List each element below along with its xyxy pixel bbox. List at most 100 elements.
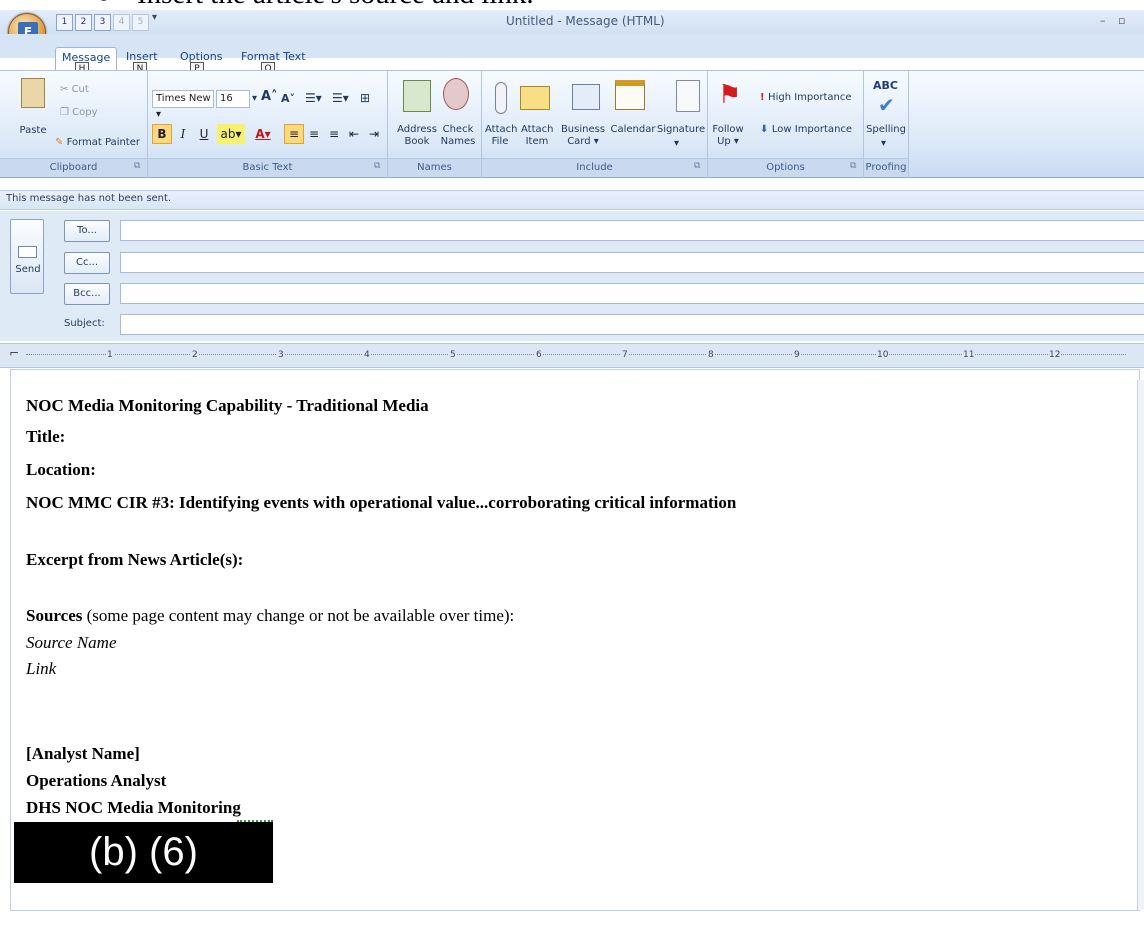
cut-button[interactable]: ✂ Cut [60, 84, 89, 96]
exclamation-icon: ! [760, 92, 769, 103]
basic-text-dialog-launcher-icon[interactable]: ⧉ [374, 161, 380, 171]
clipboard-dialog-launcher-icon[interactable]: ⧉ [134, 161, 140, 171]
bold-button[interactable]: B [152, 124, 172, 144]
ruler-number: 2 [191, 350, 199, 360]
address-book-line1: Address [397, 124, 437, 135]
qat-previous-button[interactable]: 4 [113, 14, 130, 31]
address-book-button[interactable]: Address Book [394, 124, 440, 148]
qat-undo-button[interactable]: 2 [75, 14, 92, 31]
bullets-icon[interactable]: ☰▾ [305, 92, 322, 104]
increase-indent-icon[interactable]: ⇥ [364, 124, 384, 144]
options-dialog-launcher-icon[interactable]: ⧉ [850, 161, 856, 171]
send-envelope-icon [18, 246, 37, 258]
align-right-icon[interactable]: ≡ [324, 124, 344, 144]
scissors-icon: ✂ [60, 84, 72, 95]
qat-save-button[interactable]: 1 [56, 14, 73, 31]
vertical-scrollbar[interactable] [1137, 380, 1144, 910]
font-name-value: Times New [156, 93, 211, 104]
clipboard-group-label: Clipboard [0, 158, 147, 176]
paste-button[interactable]: Paste [16, 125, 50, 137]
qat-customize-icon[interactable]: ▾ [152, 12, 157, 23]
qat-redo-button[interactable]: 3 [94, 14, 111, 31]
to-field[interactable] [120, 220, 1144, 241]
brush-icon: ✎ [55, 137, 67, 148]
styles-icon[interactable]: ⊞ [360, 92, 370, 104]
qat-next-button[interactable]: 5 [132, 14, 149, 31]
font-size-dropdown-icon[interactable]: ▾ [252, 93, 257, 105]
font-color-icon[interactable]: A▾ [250, 124, 276, 144]
font-size-select[interactable]: 16 [216, 90, 250, 108]
redaction-box: (b) (6) [14, 822, 273, 883]
signature-button[interactable]: Signature [656, 124, 706, 136]
minimize-button[interactable]: – [1100, 14, 1106, 27]
ruler-number: 10 [876, 350, 890, 360]
body-org: DHS NOC Media Monitoring [26, 798, 241, 817]
follow-up-line1: Follow [712, 124, 744, 135]
grow-font-icon[interactable]: A˄ [261, 90, 278, 103]
body-source-name: Source Name [26, 633, 117, 652]
underline-button[interactable]: U [194, 124, 214, 144]
follow-up-button[interactable]: Follow Up ▾ [709, 124, 747, 148]
check-names-line1: Check [442, 124, 474, 135]
spelling-dropdown-icon[interactable]: ▾ [881, 138, 886, 150]
format-painter-button[interactable]: ✎ Format Painter [55, 137, 140, 149]
body-excerpt-label: Excerpt from News Article(s): [26, 550, 244, 569]
quick-access-toolbar: 1 2 3 4 5 [56, 14, 149, 32]
signature-icon [676, 80, 700, 112]
bcc-field[interactable] [120, 283, 1144, 304]
align-center-icon[interactable]: ≡ [304, 124, 324, 144]
highlight-icon[interactable]: ab▾ [217, 124, 245, 144]
font-name-select[interactable]: Times New ▾ [152, 90, 214, 120]
check-names-line2: Names [440, 136, 476, 147]
business-card-button[interactable]: Business Card ▾ [557, 124, 609, 148]
ruler-number: 5 [449, 350, 457, 360]
ruler-number: 11 [962, 350, 976, 360]
attach-file-line2: File [491, 136, 509, 147]
copy-button[interactable]: ❐ Copy [60, 107, 98, 119]
numbering-icon[interactable]: ☰▾ [332, 92, 349, 104]
body-location-label: Location: [26, 460, 96, 479]
include-dialog-launcher-icon[interactable]: ⧉ [694, 161, 700, 171]
attach-file-line1: Attach [485, 124, 518, 135]
body-sources-line: Sources (some page content may change or… [26, 606, 514, 626]
options-group-label: Options [708, 158, 863, 176]
restore-button[interactable]: ▫ [1118, 14, 1125, 27]
proofing-group-label: Proofing [864, 158, 908, 176]
signature-dropdown-icon[interactable]: ▾ [674, 138, 679, 150]
italic-button[interactable]: I [173, 124, 193, 144]
ruler-number: 7 [621, 350, 629, 360]
body-cir-line: NOC MMC CIR #3: Identifying events with … [26, 493, 737, 512]
send-button[interactable]: Send [10, 219, 44, 294]
tab-stop-icon[interactable]: ⌐ [8, 346, 21, 360]
follow-up-flag-icon: ⚑ [718, 80, 742, 110]
down-arrow-icon: ⬇ [760, 124, 772, 135]
cut-label: Cut [71, 84, 89, 95]
shrink-font-icon[interactable]: A˅ [281, 93, 295, 105]
names-group-label: Names [388, 158, 481, 176]
envelope-icon [520, 86, 550, 110]
low-importance-button[interactable]: ⬇ Low Importance [760, 124, 852, 136]
ruler-number: 3 [277, 350, 285, 360]
attach-item-line1: Attach [521, 124, 554, 135]
attach-file-button[interactable]: Attach File [485, 124, 518, 148]
decrease-indent-icon[interactable]: ⇤ [344, 124, 364, 144]
cc-button[interactable]: Cc... [64, 252, 110, 274]
include-group-label: Include [482, 158, 707, 176]
address-book-line2: Book [404, 136, 430, 147]
spelling-button[interactable]: Spelling [864, 124, 908, 136]
calendar-button[interactable]: Calendar [609, 124, 657, 136]
cc-field[interactable] [120, 252, 1144, 273]
business-card-icon [572, 84, 600, 110]
body-link: Link [26, 659, 57, 678]
to-button[interactable]: To... [64, 220, 110, 242]
business-card-line2: Card [567, 136, 591, 147]
info-bar [0, 190, 1144, 210]
subject-field[interactable] [120, 314, 1144, 335]
attach-item-button[interactable]: Attach Item [521, 124, 553, 148]
align-left-icon[interactable]: ≡ [284, 124, 304, 144]
bcc-button[interactable]: Bcc... [64, 283, 110, 305]
high-importance-button[interactable]: ! High Importance [760, 92, 852, 104]
address-book-icon [403, 80, 431, 112]
check-names-button[interactable]: Check Names [438, 124, 478, 148]
subject-label: Subject: [64, 318, 105, 329]
